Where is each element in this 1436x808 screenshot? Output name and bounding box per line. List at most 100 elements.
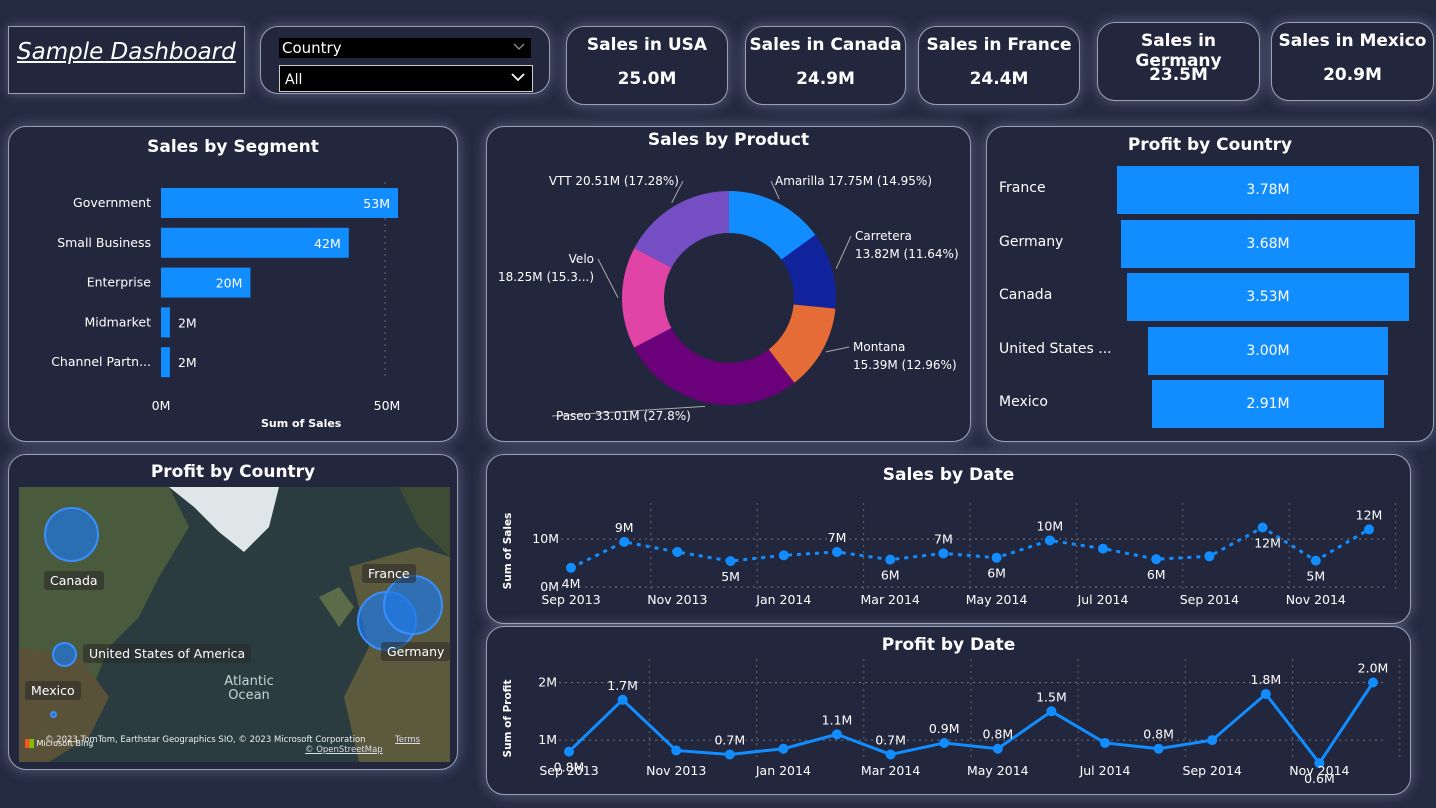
bar[interactable]: 3.68M	[1120, 219, 1415, 268]
category-label: France	[999, 180, 1046, 196]
map-bubble-france[interactable]	[383, 575, 443, 635]
x-tick-label: Jul 2014	[1079, 763, 1131, 778]
bar[interactable]: 3.53M	[1126, 273, 1409, 321]
kpi-label: Sales in Mexico	[1278, 31, 1427, 51]
data-label: 2M	[178, 355, 197, 370]
slice-label: Montana	[853, 340, 905, 354]
data-label: 9M	[615, 520, 634, 535]
slice-label: Paseo 33.01M (27.8%)	[556, 409, 691, 423]
map-label-usa: United States of America	[83, 644, 252, 663]
bing-label: Microsoft Bing	[36, 739, 94, 748]
profit-by-country-bar-card[interactable]: Profit by Country France 3.78M Germany 3.68…	[986, 126, 1434, 442]
slicer-header: Country	[279, 38, 531, 58]
bar	[161, 307, 170, 338]
sales-by-product-chart: Amarilla 17.75M (14.95%) Carretera 13.82M …	[498, 174, 959, 423]
slice-label: VTT 20.51M (17.28%)	[549, 174, 679, 188]
map-bubble-usa[interactable]	[52, 642, 77, 667]
profit-by-country-bars: France 3.78M Germany 3.68M Canada 3.53M United…	[987, 166, 1435, 436]
kpi-value: 23.5M	[1149, 65, 1208, 85]
data-label: 20M	[216, 276, 243, 291]
dashboard-title-box: Sample Dashboard	[8, 26, 245, 94]
slice-label: Velo	[569, 252, 594, 266]
kpi-card-mexico[interactable]: Sales in Mexico 20.9M	[1271, 22, 1434, 101]
data-label: 12M	[1356, 507, 1383, 522]
kpi-card-usa[interactable]: Sales in USA 25.0M	[566, 26, 728, 105]
data-label: 12M	[1254, 535, 1281, 550]
data-point	[619, 536, 630, 547]
slicer-selected-value: All	[285, 72, 303, 88]
bar-row[interactable]: United States ... 3.00M	[987, 326, 1435, 375]
map-label-france: France	[362, 564, 416, 583]
sales-by-segment-card[interactable]: Sales by Segment Government 53M Small Busi…	[8, 126, 458, 442]
series-line	[567, 681, 1375, 766]
kpi-card-canada[interactable]: Sales in Canada 24.9M	[745, 26, 906, 105]
map-label-ocean: Atlantic Ocean	[224, 674, 274, 703]
data-point	[725, 556, 736, 567]
x-tick-label: 50M	[374, 398, 401, 413]
x-tick-label: Jul 2014	[1077, 592, 1129, 607]
x-tick-label: Jan 2014	[755, 592, 811, 607]
chevron-down-icon[interactable]	[510, 66, 526, 94]
category-label: Small Business	[57, 235, 151, 250]
category-label: Mexico	[999, 394, 1048, 410]
data-label: 6M	[1147, 567, 1166, 582]
sales-by-product-card[interactable]: Sales by Product Amarilla 17.75M (14.95%…	[486, 126, 971, 442]
data-point	[566, 562, 576, 573]
map-bubble-canada[interactable]	[44, 507, 99, 562]
data-label: 5M	[1306, 569, 1325, 584]
data-point	[992, 743, 1003, 754]
map-osm-link[interactable]: © OpenStreetMap	[305, 745, 383, 755]
map-terms-link[interactable]: Terms	[395, 735, 420, 745]
x-tick-label: Jan 2014	[755, 763, 811, 778]
category-label: Canada	[999, 287, 1053, 303]
kpi-value: 24.9M	[796, 69, 855, 89]
profit-by-date-chart: 1M 2M Sum of Profit 0.8M 1.7M 0.7M 1.1M 0.7M 0.9…	[502, 659, 1401, 786]
data-label: 6M	[881, 568, 900, 583]
x-tick-label: Sep 2013	[541, 592, 600, 607]
bar-row[interactable]: Mexico 2.91M	[987, 380, 1435, 428]
data-label: 7M	[934, 531, 953, 546]
map-canvas[interactable]: Canada United States of America Mexico F…	[19, 487, 450, 762]
country-slicer: Country All	[260, 26, 550, 94]
bar[interactable]: 3.78M	[1117, 166, 1419, 214]
data-point	[1204, 551, 1215, 562]
bar-row[interactable]: Canada 3.53M	[987, 273, 1435, 321]
x-tick-label: Mar 2014	[861, 763, 920, 778]
data-label: 1.7M	[607, 678, 638, 693]
x-tick-label: Nov 2014	[1289, 763, 1349, 778]
chevron-down-icon[interactable]	[513, 38, 525, 58]
data-point	[1260, 689, 1271, 700]
map-label-mexico: Mexico	[25, 681, 81, 700]
y-tick-label: 10M	[532, 531, 559, 546]
kpi-card-germany[interactable]: Sales in Germany 23.5M	[1097, 22, 1260, 101]
map-bubble-mexico[interactable]	[50, 711, 57, 718]
data-point	[1368, 677, 1378, 688]
data-label: 5M	[721, 569, 740, 584]
kpi-value: 25.0M	[617, 69, 677, 89]
bar-row[interactable]: France 3.78M	[987, 166, 1435, 214]
profit-by-date-card[interactable]: Profit by Date 1M 2M Sum of Profit 0.8M 1.7M…	[486, 626, 1411, 795]
slice-label: Carretera	[855, 229, 912, 243]
data-label: 1.1M	[822, 712, 853, 727]
bar[interactable]: 3.00M	[1148, 326, 1388, 375]
leader-line	[825, 346, 850, 353]
bar-row[interactable]: Germany 3.68M	[987, 219, 1435, 268]
sales-by-date-card[interactable]: Sales by Date 0M 10M Sum of Sales 4M 9M 5M 7M 6…	[486, 454, 1411, 624]
kpi-value: 24.4M	[969, 69, 1029, 89]
profit-by-country-map-card[interactable]: Profit by Country Canada United States o…	[8, 454, 458, 770]
x-tick-label: Mar 2014	[861, 592, 920, 607]
x-tick-label: Nov 2013	[647, 592, 707, 607]
data-point	[1098, 543, 1108, 554]
category-label: Germany	[999, 233, 1064, 250]
kpi-card-france[interactable]: Sales in France 24.4M	[918, 26, 1080, 105]
data-label: 1.5M	[1036, 689, 1067, 704]
data-point	[938, 548, 949, 559]
slice-label: 13.82M (11.64%)	[855, 247, 959, 261]
bar[interactable]: 2.91M	[1151, 380, 1385, 428]
x-tick-label: May 2014	[966, 592, 1028, 607]
category-label: Enterprise	[87, 275, 152, 290]
data-label: 2.0M	[1358, 661, 1389, 676]
data-point	[724, 749, 735, 760]
data-point	[1310, 555, 1321, 566]
slicer-dropdown[interactable]: All	[279, 65, 533, 92]
